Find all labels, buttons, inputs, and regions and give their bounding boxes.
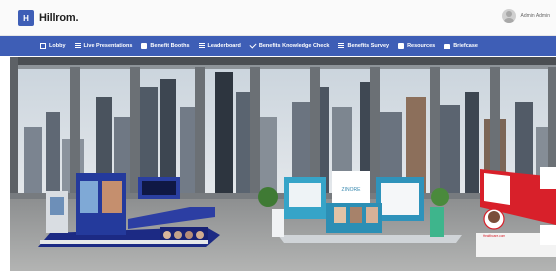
nav-item-benefits-survey[interactable]: Benefits Survey xyxy=(338,43,389,49)
brand-mark-icon: H xyxy=(18,10,34,26)
nav-item-briefcase[interactable]: Briefcase xyxy=(444,43,478,49)
list-icon xyxy=(74,43,81,49)
nav-item-lobby[interactable]: Lobby xyxy=(40,43,66,49)
main-nav: Lobby Live Presentations Benefit Booths … xyxy=(0,36,556,56)
nav-item-benefit-booths[interactable]: Benefit Booths xyxy=(141,43,190,49)
check-icon xyxy=(249,41,257,49)
nav-item-label: Briefcase xyxy=(453,43,478,49)
booth-center-logo: ZINORE xyxy=(342,187,362,193)
virtual-exhibit-hall: ZINORE Healthcare.com xyxy=(10,57,556,271)
booth-center-kiosk-right[interactable] xyxy=(430,207,444,237)
brand-logo[interactable]: H Hillrom. xyxy=(18,10,79,26)
user-avatar-icon[interactable] xyxy=(501,9,516,23)
brand-name: Hillrom. xyxy=(39,12,79,24)
book-icon xyxy=(398,43,405,49)
lobby-icon xyxy=(40,43,46,49)
plant-decoration xyxy=(258,187,278,207)
plant-decoration xyxy=(431,188,449,206)
header-bar: H Hillrom. Admin Admin xyxy=(0,0,556,36)
briefcase-icon xyxy=(444,43,451,49)
booth-right[interactable]: Healthcare.com xyxy=(476,167,556,257)
nav-item-knowledge-check[interactable]: Benefits Knowledge Check xyxy=(249,41,330,49)
nav-item-resources[interactable]: Resources xyxy=(398,43,435,49)
nav-item-live-presentations[interactable]: Live Presentations xyxy=(74,43,133,49)
exhibit-hall-illustration: ZINORE Healthcare.com xyxy=(10,57,556,271)
user-menu[interactable]: Admin Admin xyxy=(501,9,550,23)
nav-item-label: Live Presentations xyxy=(83,43,133,49)
list-icon xyxy=(198,43,205,49)
nav-item-label: Benefits Knowledge Check xyxy=(258,43,330,49)
nav-item-leaderboard[interactable]: Leaderboard xyxy=(198,43,241,49)
nav-item-label: Resources xyxy=(407,43,436,49)
user-name: Admin Admin xyxy=(520,13,550,19)
nav-item-label: Leaderboard xyxy=(207,43,241,49)
nav-item-label: Lobby xyxy=(49,43,66,49)
booth-center-kiosk-left[interactable] xyxy=(272,209,284,237)
booth-right-tag: Healthcare.com xyxy=(483,234,506,238)
book-icon xyxy=(141,43,148,49)
nav-item-label: Benefit Booths xyxy=(150,43,190,49)
list-icon xyxy=(338,43,345,49)
nav-item-label: Benefits Survey xyxy=(347,43,390,49)
